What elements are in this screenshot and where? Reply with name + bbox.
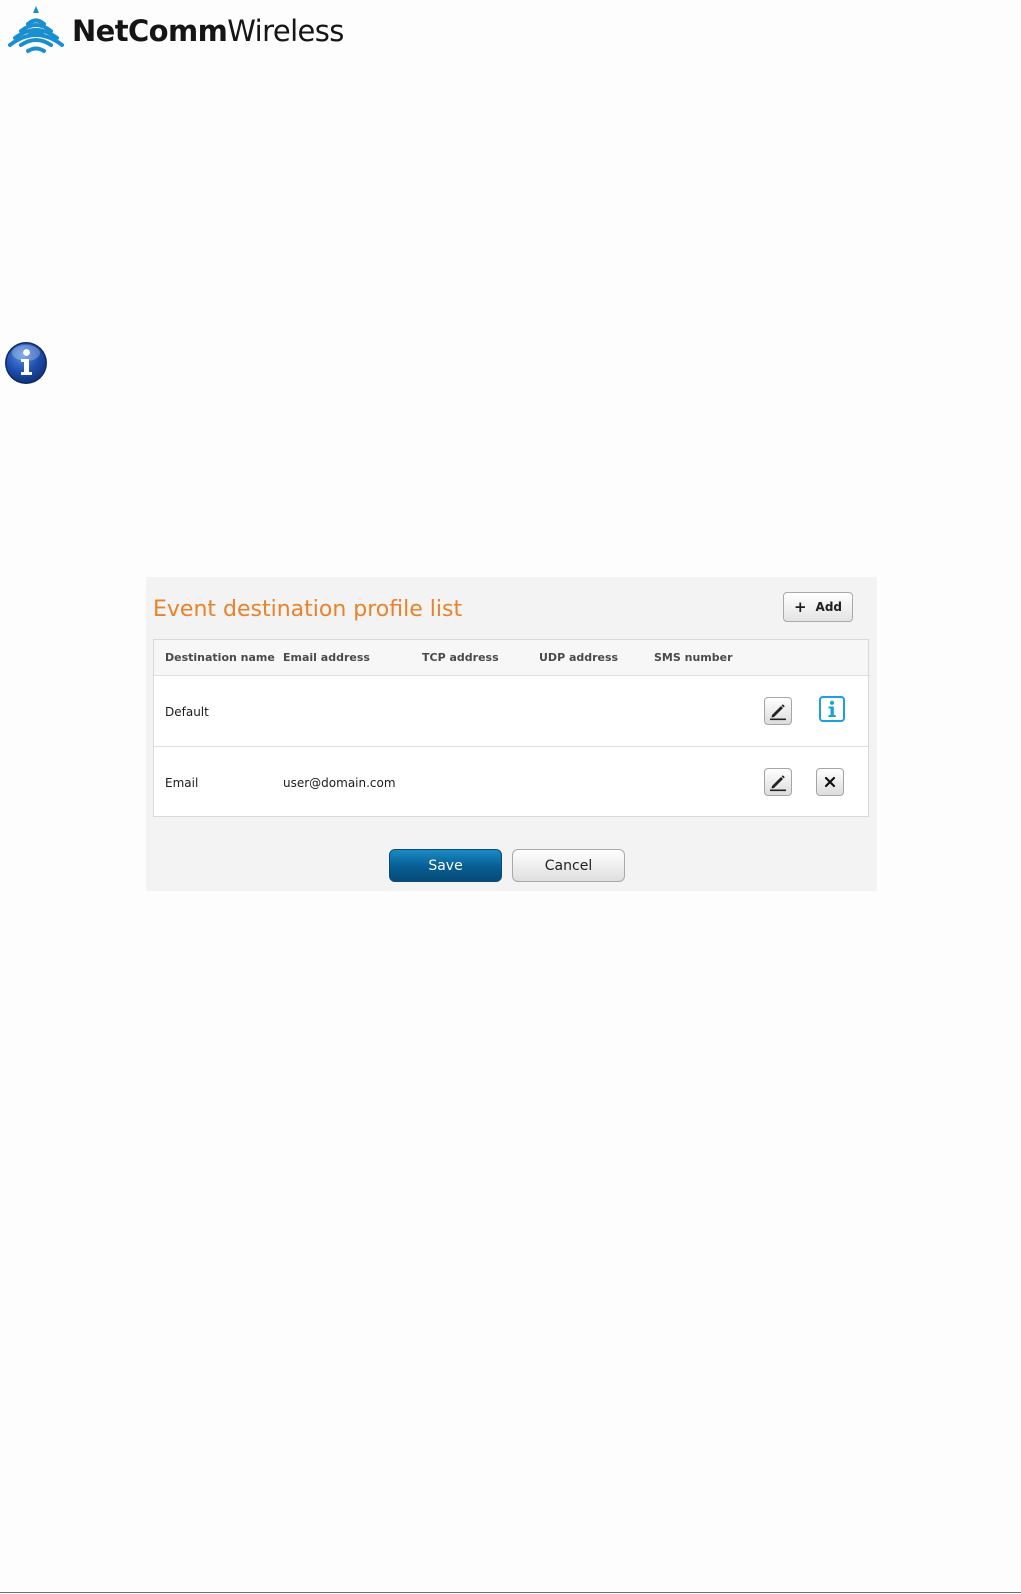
cancel-button[interactable]: Cancel: [512, 849, 625, 882]
destination-profile-table: Destination name Email address TCP addre…: [153, 639, 869, 817]
edit-button[interactable]: [764, 697, 792, 725]
logo-text-bold: NetComm: [72, 14, 228, 48]
edit-icon: [770, 775, 786, 792]
plus-icon: +: [793, 597, 807, 616]
add-button-label: Add: [815, 600, 843, 614]
column-header-udp-address: UDP address: [539, 651, 619, 664]
email-address-cell: user@domain.com: [283, 776, 396, 790]
info-note-icon: [5, 342, 47, 384]
table-row: Default: [154, 676, 868, 747]
wifi-signal-logo-icon: [8, 6, 64, 53]
column-header-tcp-address: TCP address: [422, 651, 499, 664]
logo-text-light: Wireless: [227, 14, 344, 48]
page-footer-divider: [0, 1592, 1021, 1593]
save-button[interactable]: Save: [389, 849, 502, 882]
edit-icon: [770, 704, 786, 721]
delete-icon: [824, 776, 836, 788]
table-header: Destination name Email address TCP addre…: [154, 640, 868, 676]
netcomm-logo: NetCommWireless: [8, 6, 344, 56]
destination-name-cell: Default: [165, 705, 209, 719]
delete-button[interactable]: [816, 768, 844, 796]
column-header-destination-name: Destination name: [165, 651, 275, 664]
edit-button[interactable]: [764, 768, 792, 796]
logo-wordmark: NetCommWireless: [72, 6, 344, 56]
panel-title: Event destination profile list: [153, 597, 463, 622]
event-destination-panel: Event destination profile list + Add Des…: [146, 577, 877, 891]
info-icon[interactable]: [819, 696, 845, 722]
column-header-sms-number: SMS number: [654, 651, 733, 664]
add-button[interactable]: + Add: [783, 592, 853, 622]
destination-name-cell: Email: [165, 776, 199, 790]
column-header-email-address: Email address: [283, 651, 370, 664]
table-row: Email user@domain.com: [154, 747, 868, 817]
